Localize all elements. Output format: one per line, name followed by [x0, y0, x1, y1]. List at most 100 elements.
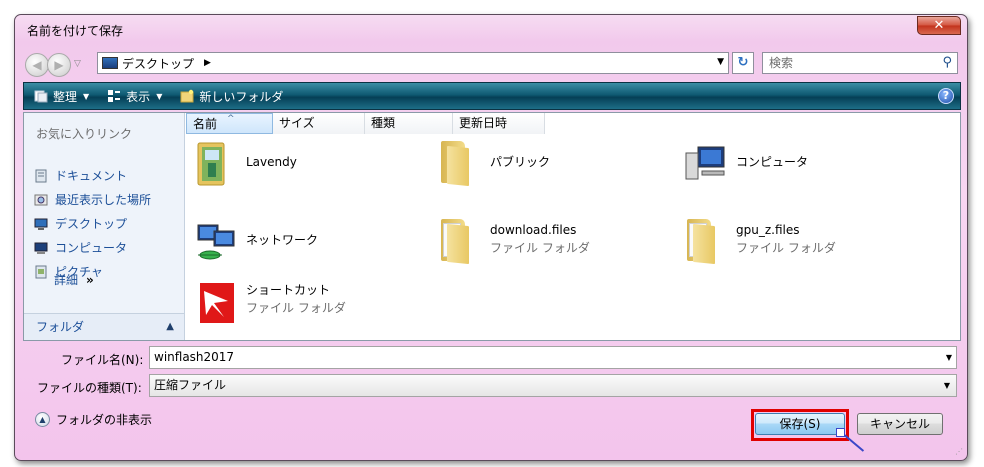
item-name: ネットワーク — [246, 233, 319, 247]
filename-dropdown-icon[interactable]: ▼ — [946, 347, 952, 368]
sidebar-item-label: コンピュータ — [55, 241, 128, 255]
new-folder-label: 新しいフォルダ — [199, 89, 284, 104]
filetype-value: 圧縮ファイル — [154, 378, 227, 392]
item-name: gpu_z.files — [736, 223, 800, 237]
browser-pane: お気に入りリンク ドキュメント 最近表示した場所 デスクトップ コンピュータ ピ… — [23, 112, 961, 341]
views-dropdown-icon: ▼ — [156, 91, 163, 101]
back-button[interactable]: ◀ — [25, 53, 49, 77]
documents-icon — [35, 169, 47, 182]
item-name: download.files — [490, 223, 577, 237]
double-chevron-icon: » — [86, 273, 94, 287]
new-folder-icon — [180, 89, 194, 103]
chevron-up-icon: ▲ — [35, 412, 50, 427]
file-item-gpu-z-files[interactable]: gpu_z.files ファイル フォルダ — [684, 219, 836, 265]
search-placeholder: 検索 — [769, 56, 794, 70]
favorite-links-heading: お気に入りリンク — [36, 127, 133, 141]
column-label: サイズ — [279, 116, 315, 130]
cancel-button[interactable]: キャンセル — [857, 413, 943, 435]
pictures-icon — [35, 265, 47, 278]
navigation-pane: お気に入りリンク ドキュメント 最近表示した場所 デスクトップ コンピュータ ピ… — [24, 113, 185, 340]
file-item-network[interactable]: ネットワーク — [194, 219, 318, 265]
address-bar[interactable]: デスクトップ ▶ ▼ — [97, 52, 729, 74]
lavendy-folder-icon — [197, 142, 225, 186]
item-type: ファイル フォルダ — [246, 301, 346, 315]
filename-input[interactable]: winflash2017 ▼ — [149, 346, 957, 369]
file-item-lavendy[interactable]: Lavendy — [194, 141, 297, 187]
search-icon[interactable]: ⚲ — [942, 53, 952, 73]
sidebar-item-label: デスクトップ — [55, 217, 128, 231]
more-label: 詳細 — [54, 273, 79, 287]
desktop-icon — [102, 57, 118, 69]
hide-folders-toggle[interactable]: ▲ フォルダの非表示 — [35, 411, 152, 428]
desktop-icon — [34, 218, 48, 230]
refresh-button[interactable]: ↻ — [732, 52, 754, 74]
file-item-shortcut[interactable]: ショートカット ファイル フォルダ — [194, 279, 346, 325]
more-links[interactable]: 詳細 » — [54, 271, 94, 288]
close-button[interactable]: ✕ — [917, 16, 961, 35]
chevron-up-icon: ▲ — [166, 321, 174, 332]
column-header-size[interactable]: サイズ — [273, 113, 365, 134]
organize-button[interactable]: 整理 ▼ — [34, 88, 89, 105]
views-icon — [108, 90, 121, 102]
filetype-label: ファイルの種類(T): — [37, 381, 142, 395]
file-item-computer[interactable]: コンピュータ — [684, 141, 808, 187]
column-headers: ^ 名前 サイズ 種類 更新日時 — [186, 113, 960, 135]
command-bar: 整理 ▼ 表示 ▼ 新しいフォルダ ? — [23, 82, 961, 110]
navigation-buttons: ◀ ▶ ▽ — [25, 53, 105, 77]
help-button[interactable]: ? — [938, 88, 954, 104]
breadcrumb-chevron-icon[interactable]: ▶ — [204, 58, 211, 68]
folders-bar[interactable]: フォルダ ▲ — [24, 313, 184, 340]
organize-icon — [34, 90, 48, 103]
address-dropdown-icon[interactable]: ▼ — [717, 57, 724, 67]
filetype-select[interactable]: 圧縮ファイル ▼ — [149, 374, 957, 397]
folders-label: フォルダ — [36, 320, 85, 334]
forward-button[interactable]: ▶ — [47, 53, 71, 77]
sidebar-item-documents[interactable]: ドキュメント — [34, 167, 127, 184]
column-header-modified[interactable]: 更新日時 — [453, 113, 545, 134]
item-type: ファイル フォルダ — [736, 241, 836, 255]
computer-icon — [685, 146, 725, 180]
views-button[interactable]: 表示 ▼ — [107, 88, 162, 105]
recent-places-icon — [34, 194, 48, 205]
dialog-title: 名前を付けて保存 — [27, 24, 124, 38]
shortcut-logo-icon — [200, 283, 234, 323]
organize-label: 整理 — [53, 89, 78, 104]
recent-pages-dropdown-icon[interactable]: ▽ — [74, 59, 81, 69]
folder-icon — [684, 219, 726, 265]
pointer-marker-icon — [836, 428, 845, 437]
item-name: ショートカット — [246, 283, 331, 297]
new-folder-button[interactable]: 新しいフォルダ — [180, 88, 283, 105]
folder-icon — [438, 141, 480, 187]
column-header-type[interactable]: 種類 — [365, 113, 453, 134]
column-header-name[interactable]: ^ 名前 — [186, 113, 273, 134]
network-icon — [197, 224, 235, 260]
address-crumb-desktop[interactable]: デスクトップ — [122, 55, 194, 72]
computer-icon — [34, 242, 48, 254]
views-label: 表示 — [126, 89, 151, 104]
filename-label: ファイル名(N): — [61, 353, 144, 367]
resize-grip-icon[interactable]: ⋰ — [955, 447, 963, 456]
column-label: 種類 — [371, 116, 396, 130]
organize-dropdown-icon: ▼ — [83, 91, 90, 101]
filetype-dropdown-icon: ▼ — [943, 381, 950, 390]
sidebar-item-label: ドキュメント — [55, 169, 128, 183]
hide-folders-label: フォルダの非表示 — [56, 413, 153, 427]
column-label: 名前 — [193, 117, 218, 131]
item-type: ファイル フォルダ — [490, 241, 590, 255]
file-item-public[interactable]: パブリック — [438, 141, 550, 187]
sidebar-item-recent-places[interactable]: 最近表示した場所 — [34, 191, 151, 208]
item-name: パブリック — [490, 155, 551, 169]
column-label: 更新日時 — [459, 116, 508, 130]
save-button-highlight — [751, 409, 849, 441]
sidebar-item-label: 最近表示した場所 — [55, 193, 152, 207]
save-as-dialog: 名前を付けて保存 ✕ ◀ ▶ ▽ デスクトップ ▶ ▼ ↻ 検索 ⚲ 整理 ▼ … — [14, 14, 968, 461]
sort-ascending-icon: ^ — [227, 114, 235, 124]
item-name: Lavendy — [246, 155, 297, 169]
folder-icon — [438, 219, 480, 265]
sidebar-item-desktop[interactable]: デスクトップ — [34, 215, 127, 232]
search-input[interactable]: 検索 ⚲ — [762, 52, 958, 74]
file-item-download-files[interactable]: download.files ファイル フォルダ — [438, 219, 590, 265]
sidebar-item-computer[interactable]: コンピュータ — [34, 239, 127, 256]
item-name: コンピュータ — [736, 155, 809, 169]
filename-value: winflash2017 — [154, 350, 235, 364]
